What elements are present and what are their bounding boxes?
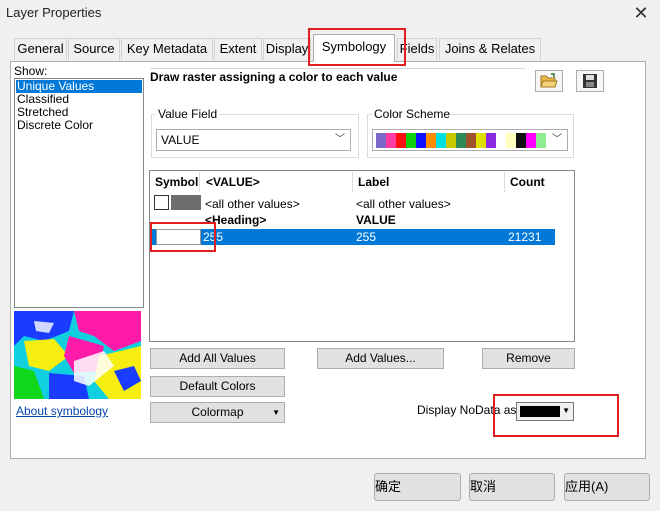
col-header-count[interactable]: Count — [505, 172, 555, 192]
value-field-dropdown[interactable]: VALUE ﹀ — [156, 129, 351, 151]
color-scheme-ramp — [376, 133, 546, 148]
color-scheme-swatch — [526, 133, 536, 148]
highlight-box-nodata — [493, 394, 619, 437]
highlight-box-symbol-cell — [150, 222, 216, 252]
color-scheme-label: Color Scheme — [372, 107, 453, 121]
tab-extent[interactable]: Extent — [214, 38, 262, 60]
color-scheme-swatch — [486, 133, 496, 148]
all-other-values-checkbox[interactable] — [154, 195, 169, 210]
tab-symbology[interactable]: Symbology — [313, 34, 395, 62]
close-icon[interactable]: ✕ — [630, 2, 652, 24]
color-scheme-swatch — [376, 133, 386, 148]
tab-display[interactable]: Display — [263, 38, 311, 60]
row-255-count: 21231 — [508, 230, 542, 244]
remove-button[interactable]: Remove — [482, 348, 575, 369]
color-scheme-swatch — [516, 133, 526, 148]
value-field-label: Value Field — [156, 107, 220, 121]
color-scheme-swatch — [416, 133, 426, 148]
chevron-down-icon: ﹀ — [552, 134, 562, 145]
col-header-label[interactable]: Label — [353, 172, 505, 192]
window-title: Layer Properties — [6, 5, 102, 20]
about-symbology-link[interactable]: About symbology — [16, 404, 108, 418]
color-scheme-swatch — [446, 133, 456, 148]
color-scheme-swatch — [536, 133, 546, 148]
color-scheme-swatch — [396, 133, 406, 148]
row-255-label: 255 — [356, 230, 377, 244]
heading-label: VALUE — [356, 213, 396, 227]
col-header-symbol[interactable]: Symbol — [150, 172, 200, 192]
color-scheme-swatch — [406, 133, 416, 148]
preview-map-graphic — [14, 311, 141, 399]
color-scheme-swatch — [496, 133, 506, 148]
tab-general[interactable]: General — [14, 38, 67, 60]
open-layer-file-button[interactable] — [535, 70, 563, 92]
save-layer-file-button[interactable] — [576, 70, 604, 92]
col-header-value[interactable]: <VALUE> — [201, 172, 353, 192]
show-label: Show: — [14, 64, 48, 78]
cancel-button[interactable]: 取消 — [469, 473, 555, 501]
color-scheme-swatch — [456, 133, 466, 148]
color-scheme-swatch — [436, 133, 446, 148]
color-scheme-swatch — [476, 133, 486, 148]
folder-open-icon — [540, 73, 558, 88]
tab-source[interactable]: Source — [68, 38, 120, 60]
show-item-discrete-color[interactable]: Discrete Color — [16, 119, 93, 132]
default-colors-button[interactable]: Default Colors — [150, 376, 285, 397]
tab-joins-relates[interactable]: Joins & Relates — [439, 38, 541, 60]
tab-key-metadata[interactable]: Key Metadata — [121, 38, 213, 60]
all-other-values-value: <all other values> — [205, 197, 300, 211]
add-all-values-button[interactable]: Add All Values — [150, 348, 285, 369]
colormap-button[interactable]: Colormap ▼ — [150, 402, 285, 423]
symbology-preview-image — [14, 311, 141, 399]
color-scheme-swatch — [426, 133, 436, 148]
color-scheme-swatch — [466, 133, 476, 148]
triangle-down-icon: ▼ — [272, 408, 280, 417]
color-scheme-dropdown[interactable]: ﹀ — [372, 129, 568, 151]
color-scheme-swatch — [386, 133, 396, 148]
value-field-value: VALUE — [161, 133, 200, 147]
chevron-down-icon: ﹀ — [335, 134, 345, 145]
renderer-description: Draw raster assigning a color to each va… — [150, 68, 525, 90]
colormap-button-label: Colormap — [191, 405, 244, 419]
add-values-button[interactable]: Add Values... — [317, 348, 444, 369]
apply-button[interactable]: 应用(A) — [564, 473, 650, 501]
save-disk-icon — [583, 74, 597, 88]
color-scheme-swatch — [506, 133, 516, 148]
all-other-values-label: <all other values> — [356, 197, 451, 211]
ok-button[interactable]: 确定 — [374, 473, 461, 501]
all-other-values-symbol[interactable] — [171, 195, 201, 210]
